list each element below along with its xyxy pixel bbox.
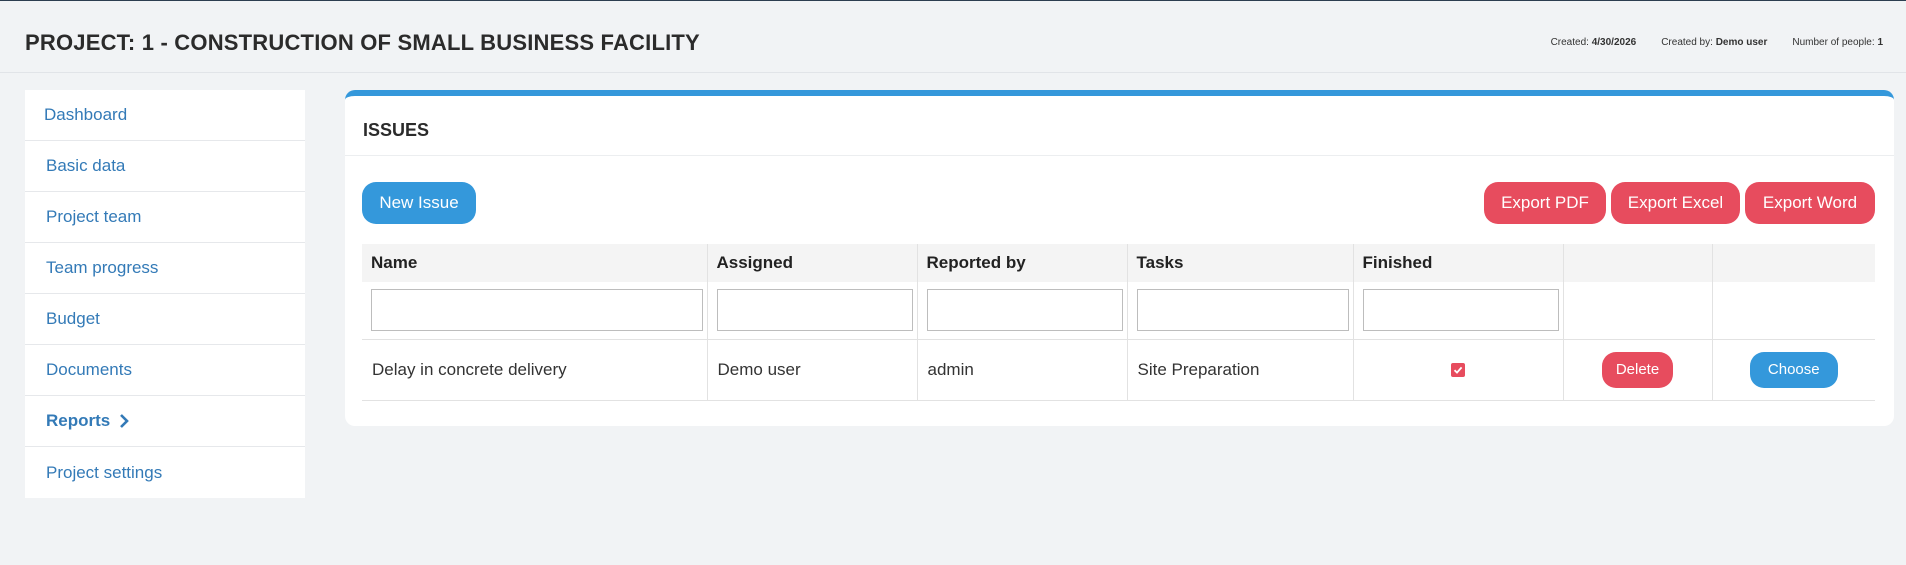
issues-panel: ISSUES New Issue Export PDF Export Excel… bbox=[345, 90, 1894, 426]
issue-name: Delay in concrete delivery bbox=[362, 339, 708, 401]
issue-tasks: Site Preparation bbox=[1127, 339, 1354, 401]
sidebar-item-team-progress[interactable]: Team progress bbox=[25, 243, 305, 294]
sidebar: Dashboard Basic data Project team Team p… bbox=[25, 90, 305, 498]
issue-reported-by: admin bbox=[917, 339, 1128, 401]
column-header-delete bbox=[1563, 244, 1713, 282]
column-header-tasks[interactable]: Tasks bbox=[1127, 244, 1354, 282]
export-excel-button[interactable]: Export Excel bbox=[1611, 182, 1740, 224]
issues-table: Name Assigned Reported by Tasks Finished bbox=[362, 244, 1875, 401]
column-header-name[interactable]: Name bbox=[362, 244, 708, 282]
issue-assigned: Demo user bbox=[707, 339, 918, 401]
sidebar-item-basic-data[interactable]: Basic data bbox=[25, 141, 305, 192]
export-pdf-button[interactable]: Export PDF bbox=[1484, 182, 1606, 224]
sidebar-item-budget[interactable]: Budget bbox=[25, 294, 305, 345]
page-header: PROJECT: 1 - CONSTRUCTION OF SMALL BUSIN… bbox=[0, 1, 1906, 73]
sidebar-item-dashboard[interactable]: Dashboard bbox=[25, 90, 305, 141]
filter-assigned-input[interactable] bbox=[716, 289, 913, 332]
filter-name-input[interactable] bbox=[371, 289, 703, 332]
column-header-assigned[interactable]: Assigned bbox=[707, 244, 918, 282]
check-icon bbox=[1453, 366, 1463, 374]
new-issue-button[interactable]: New Issue bbox=[362, 182, 476, 224]
panel-divider bbox=[345, 155, 1894, 156]
export-word-button[interactable]: Export Word bbox=[1745, 182, 1875, 224]
sidebar-item-project-settings[interactable]: Project settings bbox=[25, 447, 305, 498]
chevron-right-icon bbox=[119, 414, 130, 428]
issue-finished-cell bbox=[1353, 339, 1564, 401]
choose-button[interactable]: Choose bbox=[1749, 351, 1838, 388]
sidebar-item-documents[interactable]: Documents bbox=[25, 345, 305, 396]
filter-tasks-input[interactable] bbox=[1136, 289, 1349, 332]
column-header-finished[interactable]: Finished bbox=[1353, 244, 1564, 282]
finished-checkbox[interactable] bbox=[1451, 363, 1465, 378]
table-row: Delay in concrete delivery Demo user adm… bbox=[362, 339, 1875, 401]
filter-reported-by-input[interactable] bbox=[926, 289, 1123, 332]
filter-row bbox=[362, 282, 1875, 340]
delete-button[interactable]: Delete bbox=[1601, 351, 1674, 388]
created-meta: Created: 4/30/2026 bbox=[1550, 37, 1637, 48]
people-count-meta: Number of people: 1 bbox=[1792, 37, 1883, 48]
filter-finished-input[interactable] bbox=[1362, 289, 1559, 332]
column-header-choose bbox=[1712, 244, 1875, 282]
table-header-row: Name Assigned Reported by Tasks Finished bbox=[362, 244, 1875, 282]
issues-title: ISSUES bbox=[363, 120, 430, 140]
column-header-reported-by[interactable]: Reported by bbox=[917, 244, 1128, 282]
sidebar-item-reports[interactable]: Reports bbox=[25, 396, 305, 447]
page-title: PROJECT: 1 - CONSTRUCTION OF SMALL BUSIN… bbox=[25, 30, 700, 55]
project-meta: Created: 4/30/2026 Created by: Demo user… bbox=[1551, 37, 1883, 48]
created-by-meta: Created by: Demo user bbox=[1661, 37, 1768, 48]
sidebar-item-project-team[interactable]: Project team bbox=[25, 192, 305, 243]
